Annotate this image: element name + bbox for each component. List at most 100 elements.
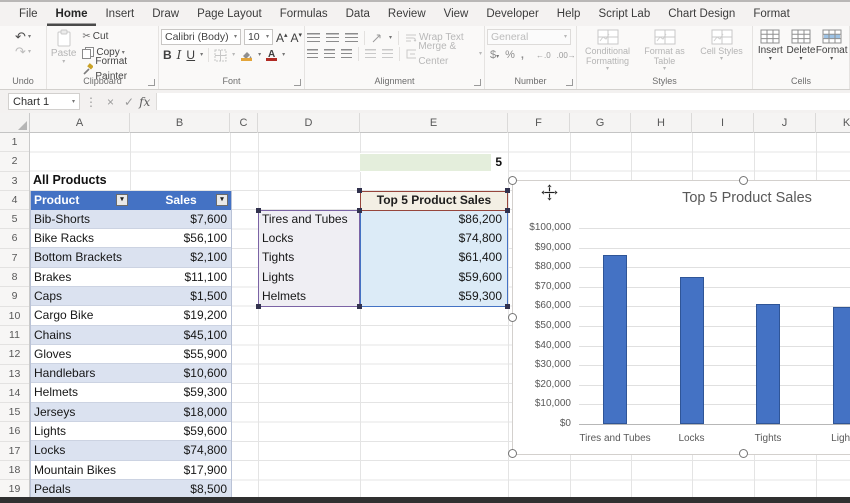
table-row[interactable]: Pedals $8,500 [31, 480, 231, 497]
column-header-A[interactable]: A [30, 113, 130, 133]
row-header[interactable]: 15 [0, 403, 29, 422]
merge-center-button[interactable]: Merge & Center▾ [406, 46, 482, 61]
range-handle[interactable] [256, 304, 261, 309]
styles-button[interactable]: Conditional Formatting ▾ [580, 29, 635, 72]
ribbon-tab[interactable]: Page Layout [188, 2, 271, 26]
font-dialog-launcher[interactable] [294, 79, 301, 86]
row-header[interactable]: 3 [0, 172, 29, 191]
row-header[interactable]: 13 [0, 365, 29, 384]
row-header[interactable]: 12 [0, 345, 29, 364]
ribbon-tab[interactable]: Insert [96, 2, 143, 26]
product-cell[interactable]: Gloves [31, 345, 131, 363]
column-header-I[interactable]: I [692, 113, 754, 133]
chart-bar[interactable] [833, 307, 850, 424]
row-header[interactable]: 18 [0, 461, 29, 480]
sales-cell[interactable]: $19,200 [131, 306, 231, 324]
top5-title-cell[interactable]: Top 5 Product Sales [360, 191, 508, 211]
top5-name-cell[interactable]: Tights [258, 248, 360, 267]
sales-cell[interactable]: $2,100 [131, 248, 231, 266]
table-row[interactable]: Bottom Brackets $2,100 [31, 248, 231, 267]
range-handle[interactable] [357, 304, 362, 309]
row-header[interactable]: 8 [0, 268, 29, 287]
ribbon-tab[interactable]: Chart Design [659, 2, 744, 26]
sales-cell[interactable]: $59,300 [131, 383, 231, 401]
table-row[interactable]: Jerseys $18,000 [31, 403, 231, 422]
table-row[interactable]: Bike Racks $56,100 [31, 229, 231, 248]
percent-style-button[interactable]: % [505, 49, 515, 61]
increase-decimal-button[interactable]: ←.0 [536, 51, 551, 60]
select-all-corner[interactable] [0, 113, 30, 133]
row-header[interactable]: 2 [0, 152, 29, 171]
cells-button[interactable]: Insert ▾ [755, 29, 785, 62]
table-row[interactable]: Chains $45,100 [31, 326, 231, 345]
top5-value-cell[interactable]: $74,800 [360, 229, 508, 248]
align-middle-icon[interactable] [326, 33, 339, 42]
align-left-icon[interactable] [307, 49, 318, 58]
align-right-icon[interactable] [341, 49, 352, 58]
ribbon-tab[interactable]: View [435, 2, 478, 26]
top5-name-cell[interactable]: Locks [258, 229, 360, 248]
row-header[interactable]: 5 [0, 210, 29, 229]
top5-value-cell[interactable]: $61,400 [360, 248, 508, 267]
chart-resize-handle[interactable] [739, 449, 748, 458]
formula-input[interactable] [156, 93, 850, 110]
product-filter-button[interactable]: ▾ [116, 194, 128, 206]
enter-icon[interactable]: ✓ [124, 95, 134, 109]
product-cell[interactable]: Mountain Bikes [31, 461, 131, 479]
column-header-K[interactable]: K [816, 113, 850, 133]
top5-value-cell[interactable]: $59,300 [360, 287, 508, 306]
row-header[interactable]: 7 [0, 249, 29, 268]
cells-button[interactable]: Delete ▾ [786, 29, 816, 62]
increase-font-size-button[interactable]: A▴ [276, 29, 288, 45]
number-dialog-launcher[interactable] [566, 79, 573, 86]
column-header-H[interactable]: H [631, 113, 692, 133]
sales-cell[interactable]: $45,100 [131, 326, 231, 344]
fill-color-button[interactable] [240, 50, 253, 61]
undo-button[interactable]: ↶▾ [15, 29, 31, 44]
row-header[interactable]: 1 [0, 133, 29, 152]
table-row[interactable]: Bib-Shorts $7,600 [31, 210, 231, 229]
font-name-combo[interactable]: Calibri (Body)▾ [161, 29, 241, 45]
sales-cell[interactable]: $74,800 [131, 441, 231, 459]
column-header-G[interactable]: G [570, 113, 631, 133]
product-cell[interactable]: Chains [31, 326, 131, 344]
column-header-J[interactable]: J [754, 113, 816, 133]
top5-name-cell[interactable]: Tires and Tubes [258, 210, 360, 229]
styles-button[interactable]: Cell Styles ▾ [694, 29, 749, 72]
redo-button[interactable]: ↷▾ [15, 44, 31, 59]
font-size-combo[interactable]: 10▾ [244, 29, 273, 45]
sales-cell[interactable]: $18,000 [131, 403, 231, 421]
sales-cell[interactable]: $7,600 [131, 210, 231, 228]
table-row[interactable]: Lights $59,600 [31, 422, 231, 441]
accounting-format-button[interactable]: $▾ [490, 49, 499, 61]
chart-bar[interactable] [756, 304, 780, 424]
top5-row[interactable]: Tires and Tubes $86,200 [258, 210, 508, 229]
column-header-B[interactable]: B [130, 113, 230, 133]
column-header-C[interactable]: C [230, 113, 258, 133]
format-painter-button[interactable]: Format Painter [82, 61, 156, 76]
ribbon-tab[interactable]: Format [744, 2, 798, 26]
table-row[interactable]: Caps $1,500 [31, 287, 231, 306]
product-cell[interactable]: Caps [31, 287, 131, 305]
top5-name-cell[interactable]: Lights [258, 268, 360, 287]
range-handle[interactable] [357, 208, 362, 213]
decrease-decimal-button[interactable]: .00→ [557, 51, 576, 60]
sales-cell[interactable]: $56,100 [131, 229, 231, 247]
range-handle[interactable] [505, 188, 510, 193]
table-row[interactable]: Cargo Bike $19,200 [31, 306, 231, 325]
row-header[interactable]: 17 [0, 442, 29, 461]
ribbon-tab[interactable]: File [10, 2, 47, 26]
range-handle[interactable] [505, 208, 510, 213]
chart-resize-handle[interactable] [739, 176, 748, 185]
product-cell[interactable]: Bike Racks [31, 229, 131, 247]
row-header[interactable]: 16 [0, 422, 29, 441]
product-cell[interactable]: Lights [31, 422, 131, 440]
row-header[interactable]: 14 [0, 384, 29, 403]
ribbon-tab[interactable]: Data [337, 2, 379, 26]
bold-button[interactable]: B [163, 48, 172, 62]
align-bottom-icon[interactable] [345, 33, 358, 42]
row-header[interactable]: 6 [0, 229, 29, 248]
ribbon-tab[interactable]: Draw [143, 2, 188, 26]
paste-button[interactable]: Paste ▾ [49, 29, 78, 76]
font-color-button[interactable]: A [266, 50, 277, 61]
